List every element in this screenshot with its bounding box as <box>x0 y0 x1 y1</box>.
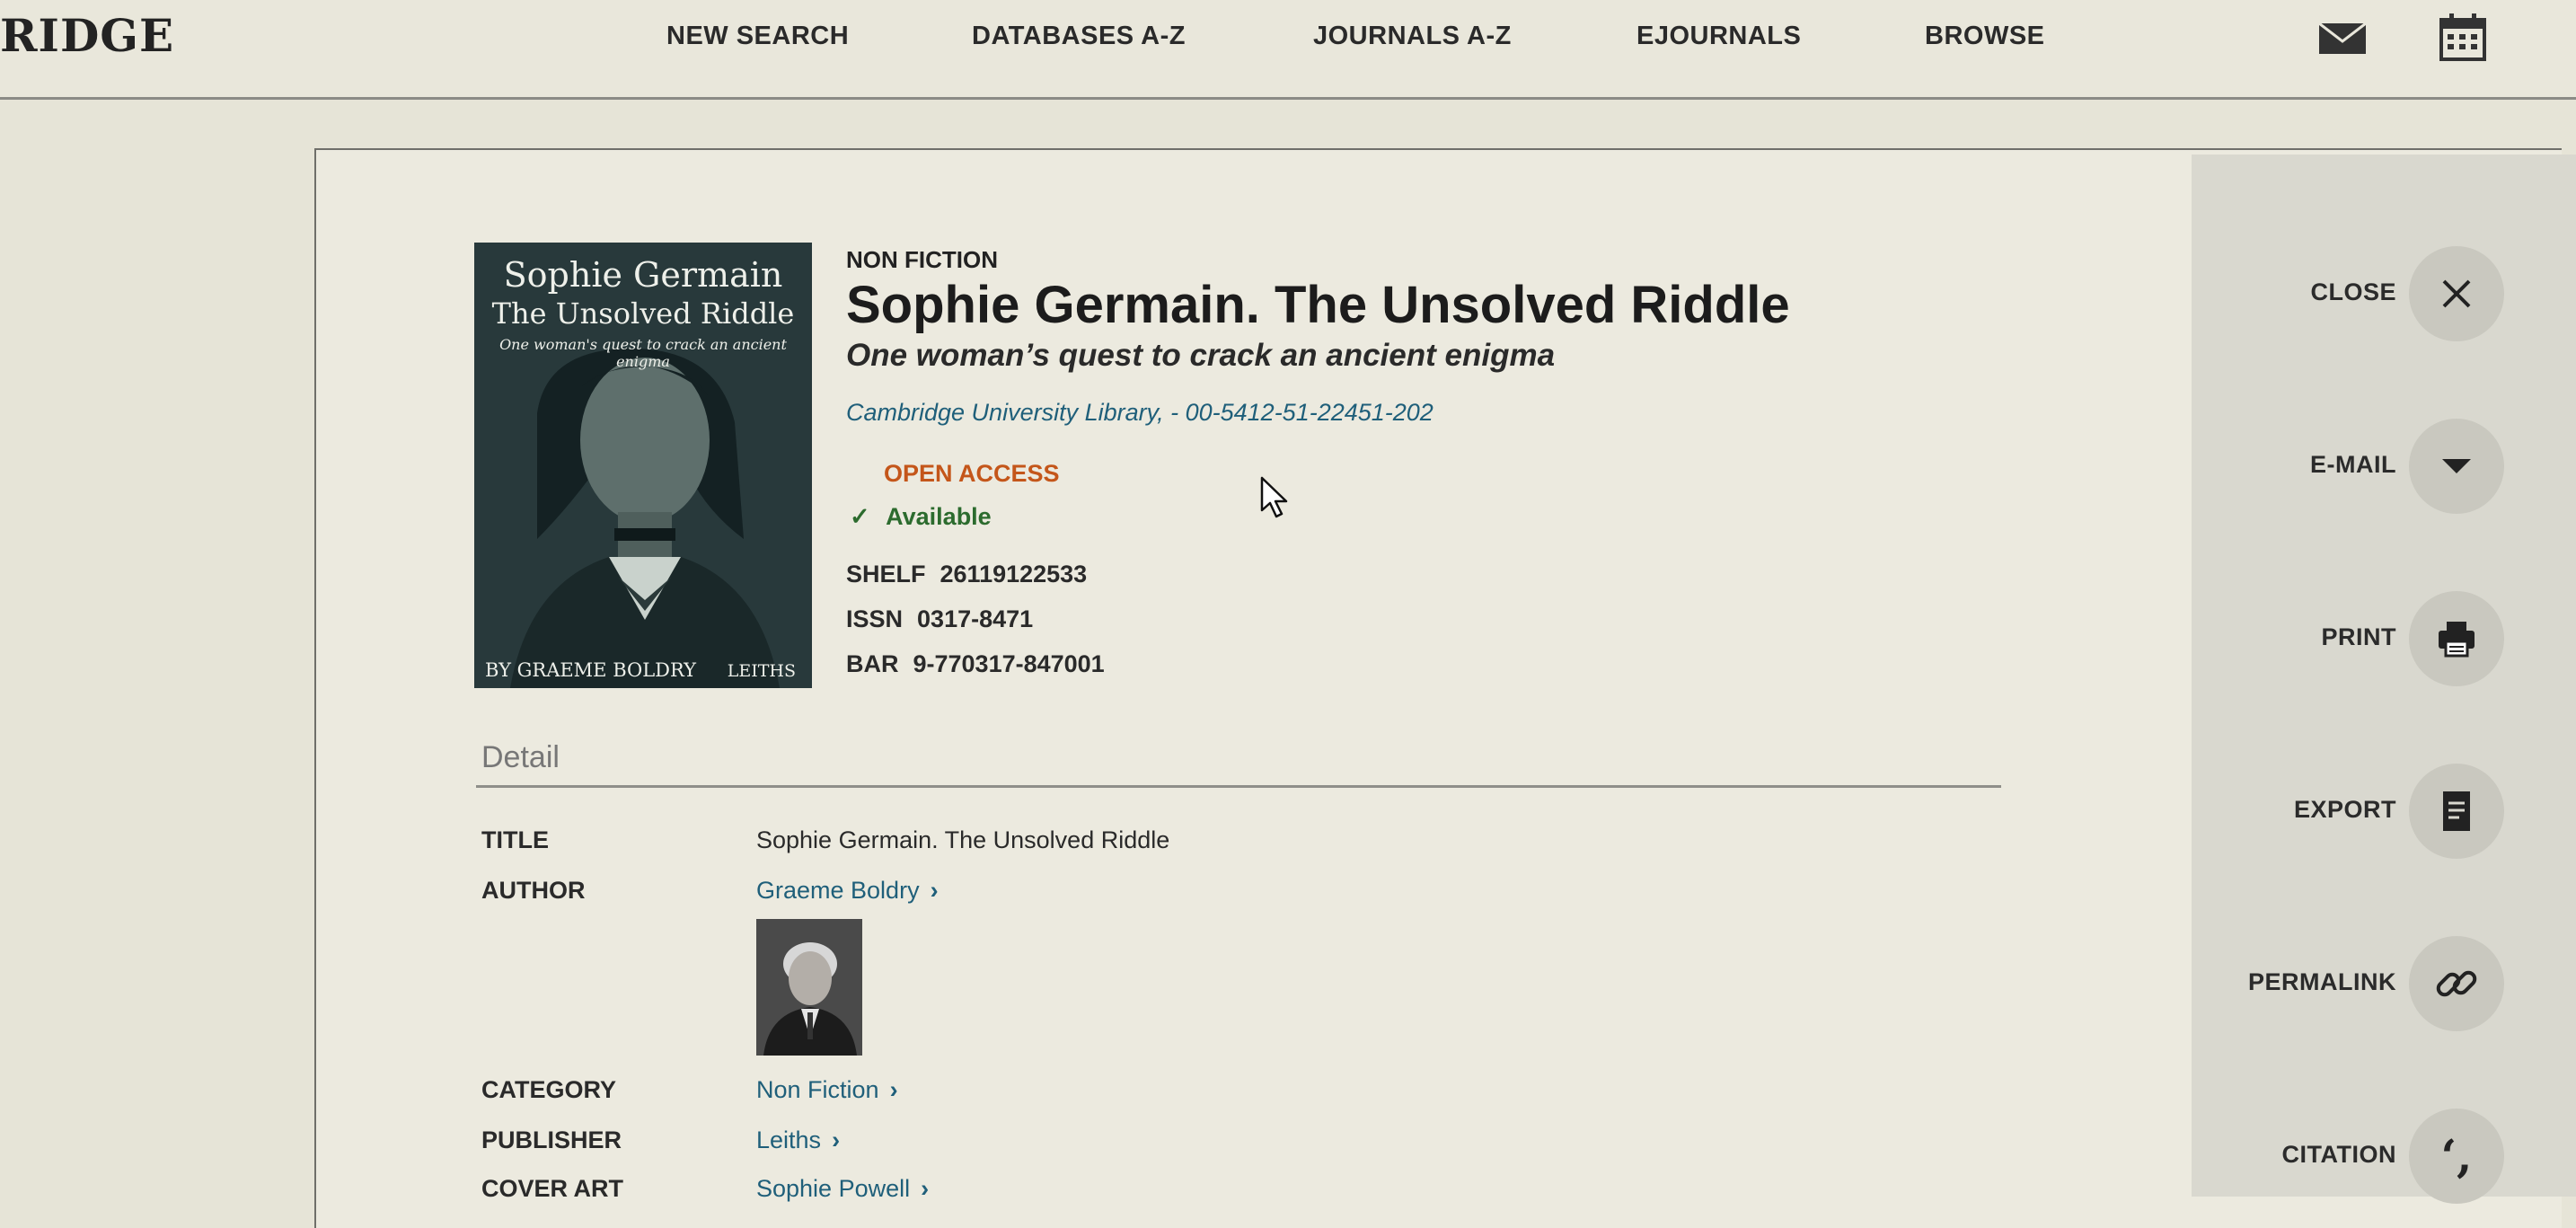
close-icon <box>2442 279 2471 308</box>
site-logo[interactable]: RIDGE <box>0 9 174 62</box>
calendar-icon[interactable] <box>2436 11 2490 65</box>
cover-tagline: One woman's quest to crack an ancient en… <box>499 336 787 370</box>
chevron-right-icon: › <box>921 1175 930 1202</box>
chevron-right-icon: › <box>832 1126 841 1153</box>
publisher-link[interactable]: Leiths › <box>756 1126 840 1154</box>
cover-subtitle: The Unsolved Riddle <box>491 296 795 331</box>
cover-author: BY GRAEME BOLDRY <box>485 659 697 681</box>
record-subtitle: One woman’s quest to crack an ancient en… <box>846 338 1556 373</box>
email-label: E-MAIL <box>2310 451 2396 478</box>
book-cover: Sophie Germain The Unsolved Riddle One w… <box>474 243 812 688</box>
mouse-cursor-icon <box>1260 476 1288 518</box>
print-button[interactable] <box>2409 591 2504 686</box>
issn-label: ISSN <box>846 605 904 632</box>
bar-value: 9-770317-847001 <box>913 650 1105 677</box>
citation-action[interactable]: CITATION ‘, <box>2192 1107 2576 1206</box>
availability-label: Available <box>886 503 992 530</box>
action-sidebar: CLOSE E-MAIL PRINT EXPORT PERMALINK CITA… <box>2192 155 2576 1204</box>
bar-label: BAR <box>846 650 899 677</box>
category-value: Non Fiction <box>756 1076 879 1103</box>
quote-icon: ‘, <box>2440 1129 2473 1182</box>
printer-icon <box>2439 622 2475 658</box>
cover-art-value: Sophie Powell <box>756 1175 911 1202</box>
close-action[interactable]: CLOSE <box>2192 244 2576 343</box>
nav-databases-a-z[interactable]: DATABASES A-Z <box>972 22 1186 51</box>
nav-journals-a-z[interactable]: JOURNALS A-Z <box>1313 22 1512 51</box>
export-label: EXPORT <box>2293 796 2396 823</box>
check-icon: ✓ <box>850 503 870 530</box>
caret-down-icon <box>2442 459 2471 473</box>
permalink-button[interactable] <box>2409 936 2504 1031</box>
author-photo <box>756 919 862 1056</box>
export-action[interactable]: EXPORT <box>2192 762 2576 861</box>
publisher-value: Leiths <box>756 1126 822 1153</box>
category-link[interactable]: Non Fiction › <box>756 1076 898 1104</box>
detail-value-title: Sophie Germain. The Unsolved Riddle <box>756 826 1170 853</box>
document-icon <box>2443 791 2470 831</box>
cover-title: Sophie Germain <box>503 255 783 295</box>
chevron-right-icon: › <box>889 1076 898 1103</box>
author-name: Graeme Boldry <box>756 877 920 904</box>
open-access-badge: OPEN ACCESS <box>884 460 1060 487</box>
detail-label-title: TITLE <box>481 826 549 853</box>
email-button[interactable] <box>2409 419 2504 514</box>
nav-ejournals[interactable]: EJOURNALS <box>1636 22 1801 51</box>
print-label: PRINT <box>2321 623 2396 650</box>
permalink-label: PERMALINK <box>2248 968 2396 995</box>
nav-new-search[interactable]: NEW SEARCH <box>666 22 849 51</box>
export-button[interactable] <box>2409 764 2504 859</box>
shelf-number: SHELF 26119122533 <box>846 561 1087 588</box>
detail-label-author: AUTHOR <box>481 877 586 904</box>
citation-button[interactable]: ‘, <box>2409 1109 2504 1204</box>
author-portrait <box>756 919 862 1056</box>
print-action[interactable]: PRINT <box>2192 589 2576 688</box>
shelf-label: SHELF <box>846 561 926 587</box>
link-icon <box>2436 970 2477 997</box>
detail-label-cover-art: COVER ART <box>481 1175 624 1202</box>
chevron-right-icon: › <box>930 877 939 904</box>
shelf-value: 26119122533 <box>940 561 1088 587</box>
detail-heading: Detail <box>481 740 560 774</box>
citation-label: CITATION <box>2281 1141 2396 1168</box>
cover-publisher: LEITHS <box>727 661 796 681</box>
close-label: CLOSE <box>2310 278 2396 305</box>
cover-art-link[interactable]: Sophie Powell › <box>756 1175 929 1203</box>
detail-divider <box>476 785 2001 788</box>
author-link[interactable]: Graeme Boldry › <box>756 877 939 905</box>
record-source-link[interactable]: Cambridge University Library, - 00-5412-… <box>846 399 1434 427</box>
barcode-number: BAR 9-770317-847001 <box>846 650 1105 678</box>
issn-value: 0317-8471 <box>917 605 1034 632</box>
top-navigation-bar: RIDGE NEW SEARCH DATABASES A-Z JOURNALS … <box>0 0 2576 100</box>
nav-browse[interactable]: BROWSE <box>1925 22 2045 51</box>
mail-icon[interactable] <box>2316 11 2369 65</box>
detail-label-category: CATEGORY <box>481 1076 617 1103</box>
email-action[interactable]: E-MAIL <box>2192 417 2576 516</box>
issn-number: ISSN 0317-8471 <box>846 605 1033 633</box>
permalink-action[interactable]: PERMALINK <box>2192 934 2576 1033</box>
detail-label-publisher: PUBLISHER <box>481 1126 622 1153</box>
availability-status: ✓ Available <box>850 503 992 531</box>
record-type: NON FICTION <box>846 246 998 273</box>
record-title: Sophie Germain. The Unsolved Riddle <box>846 276 1790 334</box>
close-button[interactable] <box>2409 246 2504 341</box>
